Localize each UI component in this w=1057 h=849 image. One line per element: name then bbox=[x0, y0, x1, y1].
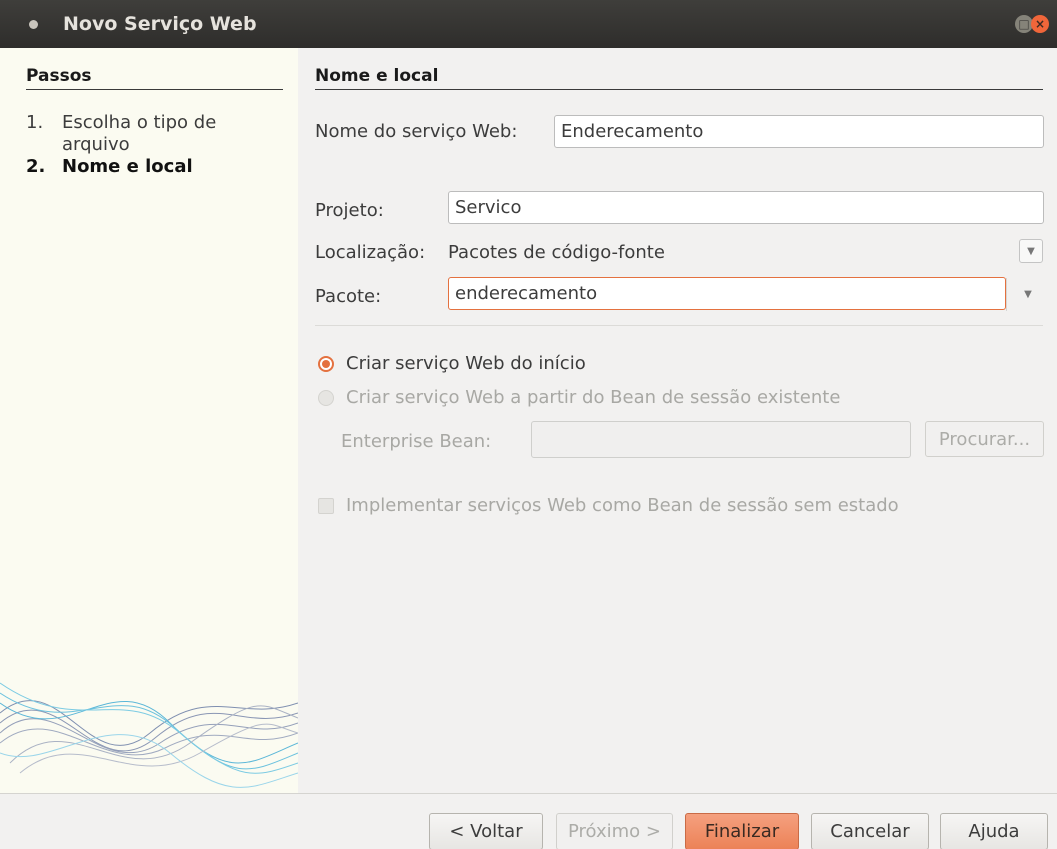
cancel-button[interactable]: Cancelar bbox=[811, 813, 929, 849]
close-icon[interactable]: × bbox=[1031, 15, 1049, 33]
steps-list: 1. Escolha o tipo de arquivo 2. Nome e l… bbox=[26, 112, 286, 178]
window-title: Novo Serviço Web bbox=[63, 13, 257, 35]
service-name-label: Nome do serviço Web: bbox=[315, 121, 518, 142]
step-item-current: 2. Nome e local bbox=[26, 156, 286, 178]
radio-from-bean[interactable]: Criar serviço Web a partir do Bean de se… bbox=[318, 387, 840, 408]
radio-from-bean-label: Criar serviço Web a partir do Bean de se… bbox=[346, 387, 841, 408]
section-title: Nome e local bbox=[315, 66, 1043, 90]
step-label: Escolha o tipo de arquivo bbox=[62, 112, 217, 155]
wizard-wave-graphic bbox=[0, 682, 298, 788]
help-button[interactable]: Ajuda bbox=[940, 813, 1048, 849]
radio-from-scratch-label: Criar serviço Web do início bbox=[346, 353, 586, 374]
steps-heading: Passos bbox=[26, 66, 283, 90]
service-name-input[interactable]: Enderecamento bbox=[554, 115, 1044, 148]
project-field: Servico bbox=[448, 191, 1044, 224]
chevron-down-icon[interactable]: ▼ bbox=[1019, 239, 1043, 263]
window-menu-icon[interactable] bbox=[29, 19, 38, 29]
window-controls: □ × bbox=[1015, 15, 1049, 33]
footer-divider bbox=[0, 793, 1057, 794]
step-number: 2. bbox=[26, 156, 46, 177]
step-item: 1. Escolha o tipo de arquivo bbox=[26, 112, 286, 156]
stateless-checkbox-label: Implementar serviços Web como Bean de se… bbox=[346, 495, 899, 516]
title-bar: Novo Serviço Web □ × bbox=[0, 0, 1057, 48]
enterprise-bean-label: Enterprise Bean: bbox=[341, 431, 492, 452]
package-label: Pacote: bbox=[315, 286, 382, 307]
stateless-checkbox[interactable]: Implementar serviços Web como Bean de se… bbox=[318, 495, 899, 516]
location-select[interactable]: Pacotes de código-fonte bbox=[448, 242, 665, 263]
checkbox-unchecked-icon[interactable] bbox=[318, 497, 334, 514]
browse-button[interactable]: Procurar... bbox=[925, 421, 1044, 457]
form-panel: Nome e local Nome do serviço Web: Endere… bbox=[298, 48, 1057, 793]
finish-button[interactable]: Finalizar bbox=[685, 813, 799, 849]
radio-from-scratch[interactable]: Criar serviço Web do início bbox=[318, 353, 586, 374]
back-button[interactable]: < Voltar bbox=[429, 813, 543, 849]
radio-unselected-icon[interactable] bbox=[318, 389, 334, 406]
step-number: 1. bbox=[26, 112, 44, 133]
enterprise-bean-input[interactable] bbox=[531, 421, 911, 458]
next-button[interactable]: Próximo > bbox=[556, 813, 673, 849]
radio-selected-icon[interactable] bbox=[318, 355, 334, 372]
location-label: Localização: bbox=[315, 242, 426, 263]
steps-panel: Passos 1. Escolha o tipo de arquivo 2. N… bbox=[0, 48, 298, 793]
project-label: Projeto: bbox=[315, 200, 384, 221]
chevron-down-icon[interactable]: ▼ bbox=[1016, 282, 1040, 306]
divider bbox=[315, 325, 1043, 326]
package-input[interactable]: enderecamento bbox=[448, 277, 1006, 310]
step-label: Nome e local bbox=[62, 156, 193, 177]
combo-divider bbox=[1006, 278, 1007, 311]
